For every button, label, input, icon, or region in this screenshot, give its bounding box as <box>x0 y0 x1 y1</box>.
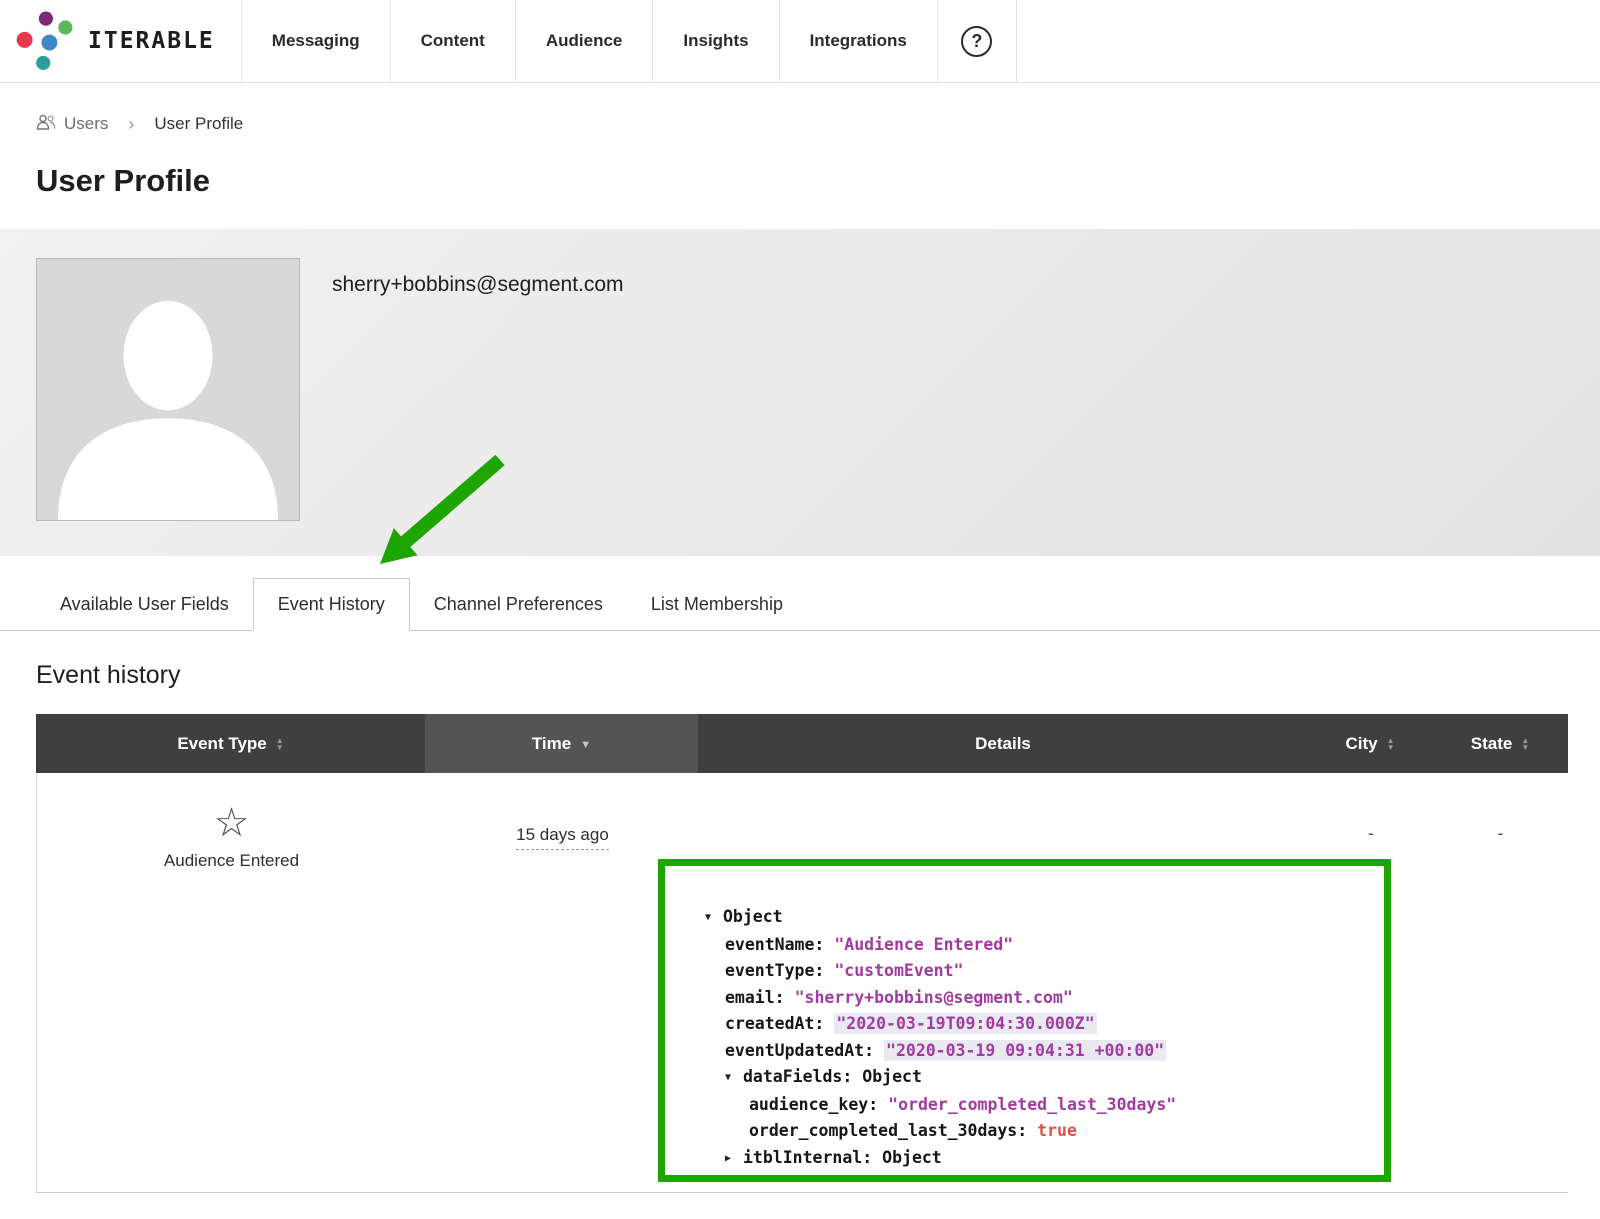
breadcrumb: Users › User Profile <box>0 83 1600 135</box>
tab-label: Available User Fields <box>60 594 229 615</box>
breadcrumb-current: User Profile <box>154 114 243 134</box>
json-key: Object <box>723 907 783 926</box>
top-nav: ITERABLE Messaging Content Audience Insi… <box>0 0 1600 83</box>
table-header-row: Event Type ▲▼ Time ▼ Details City ▲▼ Sta… <box>36 714 1568 773</box>
column-header-label: Details <box>975 734 1031 754</box>
avatar <box>36 258 300 521</box>
event-type-label: Audience Entered <box>37 851 426 871</box>
iterable-logo[interactable]: ITERABLE <box>0 0 241 82</box>
column-header-city[interactable]: City ▲▼ <box>1308 714 1432 773</box>
nav-item-integrations[interactable]: Integrations <box>779 0 937 82</box>
star-icon: ☆ <box>37 803 426 843</box>
json-line-root: ▼Object <box>705 904 1368 932</box>
json-key: audience_key: <box>749 1095 878 1114</box>
relative-time[interactable]: 15 days ago <box>516 825 609 850</box>
nav-item-content[interactable]: Content <box>390 0 515 82</box>
collapse-icon[interactable]: ▼ <box>705 905 723 932</box>
sort-icon: ▲▼ <box>1521 737 1529 751</box>
tab-list-membership[interactable]: List Membership <box>627 578 807 631</box>
json-value: Object <box>882 1148 942 1167</box>
nav-item-label: Integrations <box>810 31 907 51</box>
users-icon <box>36 114 56 135</box>
collapse-icon[interactable]: ▼ <box>725 1065 743 1092</box>
column-header-label: Time <box>532 734 571 754</box>
json-key: dataFields: <box>743 1067 852 1086</box>
sort-icon: ▲▼ <box>276 737 284 751</box>
tab-available-user-fields[interactable]: Available User Fields <box>36 578 253 631</box>
details-cell: ▼Object eventName:"Audience Entered" eve… <box>699 773 1309 1192</box>
brand-name: ITERABLE <box>88 28 215 54</box>
json-key: eventUpdatedAt: <box>725 1041 874 1060</box>
user-profile-page: ITERABLE Messaging Content Audience Insi… <box>0 0 1600 1219</box>
details-json-annotation-box: ▼Object eventName:"Audience Entered" eve… <box>658 859 1391 1182</box>
json-line-eventupdatedat: eventUpdatedAt: "2020-03-19 09:04:31 +00:… <box>705 1038 1368 1065</box>
json-key: order_completed_last_30days: <box>749 1121 1027 1140</box>
json-value: true <box>1037 1121 1077 1140</box>
table-row: ☆ Audience Entered 15 days ago ▼Object e… <box>36 773 1568 1193</box>
sort-desc-icon: ▼ <box>580 739 591 751</box>
json-line-eventtype: eventType: "customEvent" <box>705 958 1368 985</box>
json-value: "customEvent" <box>834 961 963 980</box>
json-value: "sherry+bobbins@segment.com" <box>795 988 1073 1007</box>
chevron-right-icon: › <box>128 114 134 135</box>
json-line-itblinternal: ▶itblInternal: Object <box>705 1145 1368 1173</box>
json-key: eventName: <box>725 935 824 954</box>
json-value-highlighted: "2020-03-19 09:04:31 +00:00" <box>884 1040 1166 1061</box>
json-value: Object <box>862 1067 922 1086</box>
page-title: User Profile <box>36 163 1600 199</box>
json-line-createdat: createdAt: "2020-03-19T09:04:30.000Z" <box>705 1011 1368 1038</box>
nav-item-audience[interactable]: Audience <box>515 0 653 82</box>
breadcrumb-users-label: Users <box>64 114 108 134</box>
event-type-cell: ☆ Audience Entered <box>37 773 426 1192</box>
json-value: "order_completed_last_30days" <box>888 1095 1176 1114</box>
column-header-label: City <box>1345 734 1377 754</box>
column-header-time[interactable]: Time ▼ <box>425 714 698 773</box>
json-key: email: <box>725 988 785 1007</box>
profile-header-band: sherry+bobbins@segment.com <box>0 229 1600 556</box>
json-line-datafields: ▼dataFields: Object <box>705 1064 1368 1092</box>
json-value-highlighted: "2020-03-19T09:04:30.000Z" <box>834 1013 1096 1034</box>
event-history-table: Event Type ▲▼ Time ▼ Details City ▲▼ Sta… <box>36 714 1568 1193</box>
column-header-details[interactable]: Details <box>698 714 1308 773</box>
json-line-order-completed: order_completed_last_30days: true <box>705 1118 1368 1145</box>
nav-item-insights[interactable]: Insights <box>652 0 778 82</box>
column-header-event-type[interactable]: Event Type ▲▼ <box>36 714 425 773</box>
tab-label: Event History <box>278 594 385 615</box>
column-header-label: Event Type <box>177 734 266 754</box>
event-history-heading: Event history <box>36 661 1600 690</box>
state-cell: - <box>1433 773 1568 1192</box>
profile-email: sherry+bobbins@segment.com <box>332 273 624 297</box>
column-header-label: State <box>1471 734 1513 754</box>
help-icon: ? <box>961 26 992 57</box>
nav-item-label: Messaging <box>272 31 360 51</box>
help-button[interactable]: ? <box>937 0 1017 82</box>
json-key: createdAt: <box>725 1014 824 1033</box>
column-header-state[interactable]: State ▲▼ <box>1432 714 1568 773</box>
nav-item-label: Insights <box>683 31 748 51</box>
json-key: itblInternal: <box>743 1148 872 1167</box>
sort-icon: ▲▼ <box>1387 737 1395 751</box>
tab-label: List Membership <box>651 594 783 615</box>
expand-icon[interactable]: ▶ <box>725 1146 743 1173</box>
json-line-email: email: "sherry+bobbins@segment.com" <box>705 985 1368 1012</box>
json-value: "Audience Entered" <box>834 935 1013 954</box>
profile-tabs: Available User Fields Event History Chan… <box>0 578 1600 631</box>
nav-item-label: Content <box>421 31 485 51</box>
json-line-audience-key: audience_key: "order_completed_last_30day… <box>705 1092 1368 1119</box>
tab-channel-preferences[interactable]: Channel Preferences <box>410 578 627 631</box>
breadcrumb-users-link[interactable]: Users <box>36 114 108 135</box>
json-line-eventname: eventName: "Audience Entered" <box>705 932 1368 959</box>
json-key: eventType: <box>725 961 824 980</box>
tab-event-history[interactable]: Event History <box>253 578 410 631</box>
nav-item-label: Audience <box>546 31 623 51</box>
iterable-logo-icon <box>14 6 76 77</box>
tab-label: Channel Preferences <box>434 594 603 615</box>
nav-item-messaging[interactable]: Messaging <box>241 0 390 82</box>
